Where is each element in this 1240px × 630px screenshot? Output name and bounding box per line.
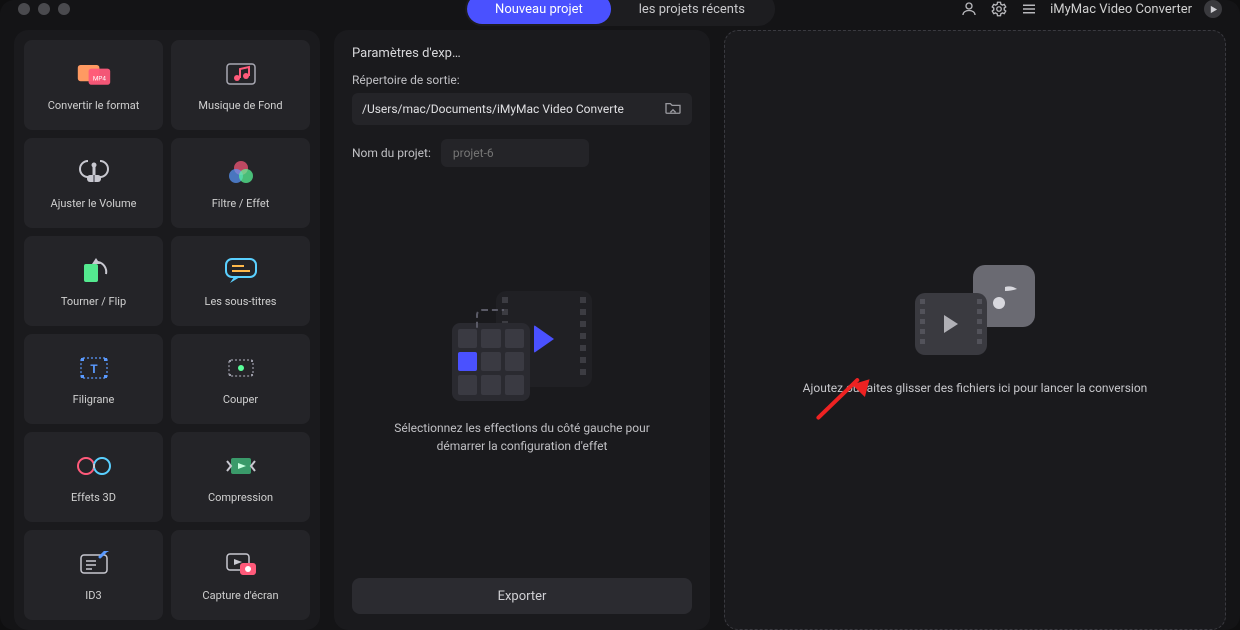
tool-filter-effect[interactable]: Filtre / Effet — [171, 138, 310, 228]
tool-label: Filigrane — [69, 393, 119, 406]
tool-label: Effets 3D — [67, 491, 120, 504]
export-button[interactable]: Exporter — [352, 578, 692, 614]
tool-cut[interactable]: Couper — [171, 334, 310, 424]
tool-label: Tourner / Flip — [57, 295, 130, 308]
cut-icon — [223, 353, 259, 383]
tool-label: Ajuster le Volume — [47, 197, 141, 210]
menu-icon[interactable] — [1020, 0, 1038, 18]
app-window: Nouveau projet les projets récents iMyMa… — [0, 0, 1240, 630]
maximize-dot[interactable] — [58, 3, 70, 15]
tab-recent-projects[interactable]: les projets récents — [611, 0, 773, 24]
watermark-icon: T — [76, 353, 112, 383]
rotate-icon — [76, 255, 112, 285]
app-title: iMyMac Video Converter — [1050, 2, 1192, 17]
project-name-input[interactable] — [441, 139, 589, 167]
project-tab-switch: Nouveau projet les projets récents — [465, 0, 775, 26]
svg-text:T: T — [90, 362, 98, 376]
tool-subtitles[interactable]: Les sous-titres — [171, 236, 310, 326]
tool-compression[interactable]: Compression — [171, 432, 310, 522]
effect-description: Sélectionnez les effections du côté gauc… — [372, 419, 672, 455]
tool-label: Les sous-titres — [201, 295, 281, 308]
tool-label: Compression — [204, 491, 277, 504]
music-icon — [223, 59, 259, 89]
tool-adjust-volume[interactable]: Ajuster le Volume — [24, 138, 163, 228]
project-name-row: Nom du projet: — [352, 139, 692, 167]
titlebar: Nouveau projet les projets récents iMyMa… — [0, 0, 1240, 18]
titlebar-right: iMyMac Video Converter — [960, 0, 1222, 18]
tool-label: Capture d'écran — [198, 589, 282, 602]
3d-icon — [76, 451, 112, 481]
tool-rotate-flip[interactable]: Tourner / Flip — [24, 236, 163, 326]
minimize-dot[interactable] — [38, 3, 50, 15]
svg-text:MP4: MP4 — [92, 74, 105, 82]
tool-screenshot[interactable]: Capture d'écran — [171, 530, 310, 620]
compression-icon — [223, 451, 259, 481]
export-settings-panel: Paramètres d'exp… Répertoire de sortie: … — [334, 30, 710, 630]
tab-new-project[interactable]: Nouveau projet — [467, 0, 611, 24]
output-dir-field[interactable]: /Users/mac/Documents/iMyMac Video Conver… — [352, 93, 692, 125]
tool-id3[interactable]: ID3 — [24, 530, 163, 620]
subtitles-icon — [223, 255, 259, 285]
convert-icon: MP4 — [76, 59, 112, 89]
browse-folder-icon[interactable] — [664, 101, 682, 117]
tool-convert-format[interactable]: MP4 Convertir le format — [24, 40, 163, 130]
panel-title: Paramètres d'exp… — [352, 46, 692, 61]
drop-illustration — [915, 265, 1035, 355]
play-icon[interactable] — [1204, 0, 1222, 18]
tool-watermark[interactable]: T Filigrane — [24, 334, 163, 424]
close-dot[interactable] — [18, 3, 30, 15]
filter-icon — [223, 157, 259, 187]
output-dir-label: Répertoire de sortie: — [352, 73, 692, 87]
window-controls — [18, 3, 70, 15]
annotation-arrow — [817, 417, 875, 421]
tool-3d-effects[interactable]: Effets 3D — [24, 432, 163, 522]
settings-icon[interactable] — [990, 0, 1008, 18]
drop-zone[interactable]: Ajoutez ou faites glisser des fichiers i… — [724, 30, 1226, 630]
tool-label: ID3 — [81, 589, 105, 602]
screenshot-icon — [223, 549, 259, 579]
account-icon[interactable] — [960, 0, 978, 18]
tool-label: Convertir le format — [44, 99, 144, 112]
body: MP4 Convertir le format Musique de Fond … — [0, 18, 1240, 630]
tool-background-music[interactable]: Musique de Fond — [171, 40, 310, 130]
tool-label: Filtre / Effet — [208, 197, 274, 210]
effect-illustration — [452, 281, 592, 401]
volume-icon — [76, 157, 112, 187]
sidebar-tools: MP4 Convertir le format Musique de Fond … — [14, 30, 320, 630]
project-name-label: Nom du projet: — [352, 146, 431, 160]
id3-icon — [76, 549, 112, 579]
tool-label: Couper — [219, 393, 262, 406]
output-dir-value: /Users/mac/Documents/iMyMac Video Conver… — [362, 102, 658, 116]
effect-placeholder: Sélectionnez les effections du côté gauc… — [352, 167, 692, 568]
tool-label: Musique de Fond — [194, 99, 286, 112]
